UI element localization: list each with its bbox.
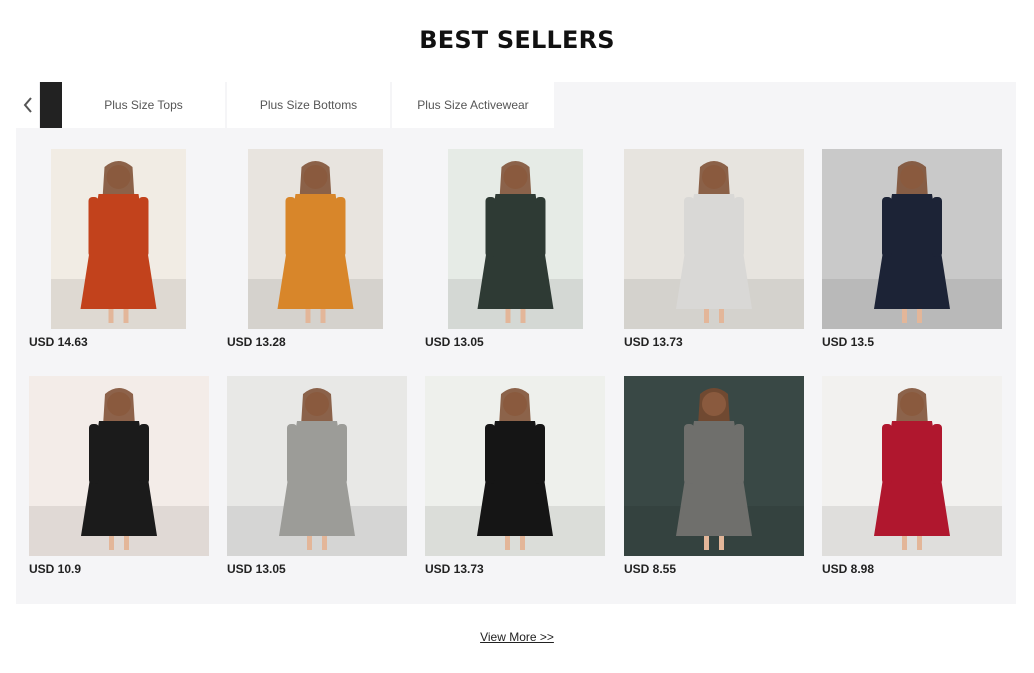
- product-price: USD 13.73: [624, 335, 683, 349]
- product-price: USD 13.5: [822, 335, 875, 349]
- product-image[interactable]: [448, 149, 583, 329]
- product-price: USD 14.63: [29, 335, 88, 349]
- product-image[interactable]: [51, 149, 186, 329]
- product-price: USD 13.28: [227, 335, 286, 349]
- product-card[interactable]: USD 8.98: [822, 376, 1002, 581]
- product-image[interactable]: [425, 376, 605, 556]
- product-image[interactable]: [29, 376, 209, 556]
- product-image[interactable]: [227, 376, 407, 556]
- product-image[interactable]: [822, 376, 1002, 556]
- category-tabs: Plus Size Tops Plus Size Bottoms Plus Si…: [16, 82, 556, 128]
- active-tab-indicator[interactable]: [40, 82, 62, 128]
- product-image[interactable]: [822, 149, 1002, 329]
- product-card[interactable]: USD 13.28: [227, 149, 407, 354]
- product-image[interactable]: [624, 376, 804, 556]
- product-card[interactable]: USD 13.73: [425, 376, 605, 581]
- product-image[interactable]: [624, 149, 804, 329]
- tab-plus-size-bottoms[interactable]: Plus Size Bottoms: [227, 82, 392, 128]
- product-card[interactable]: USD 13.05: [425, 149, 605, 354]
- tab-plus-size-tops[interactable]: Plus Size Tops: [62, 82, 227, 128]
- tab-plus-size-activewear[interactable]: Plus Size Activewear: [392, 82, 556, 128]
- product-card[interactable]: USD 13.5: [822, 149, 1002, 354]
- product-price: USD 10.9: [29, 562, 82, 576]
- product-price: USD 13.73: [425, 562, 484, 576]
- chevron-left-icon: [23, 97, 32, 113]
- prev-tab-button[interactable]: [16, 82, 40, 128]
- product-price: USD 13.05: [227, 562, 286, 576]
- product-price: USD 8.98: [822, 562, 875, 576]
- product-card[interactable]: USD 10.9: [29, 376, 209, 581]
- product-card[interactable]: USD 8.55: [624, 376, 804, 581]
- product-card[interactable]: USD 13.05: [227, 376, 407, 581]
- product-image[interactable]: [248, 149, 383, 329]
- product-price: USD 13.05: [425, 335, 484, 349]
- product-card[interactable]: USD 13.73: [624, 149, 804, 354]
- section-title: BEST SELLERS: [419, 26, 615, 54]
- view-more-link[interactable]: View More >>: [0, 630, 1034, 644]
- product-price: USD 8.55: [624, 562, 677, 576]
- product-card[interactable]: USD 14.63: [29, 149, 209, 354]
